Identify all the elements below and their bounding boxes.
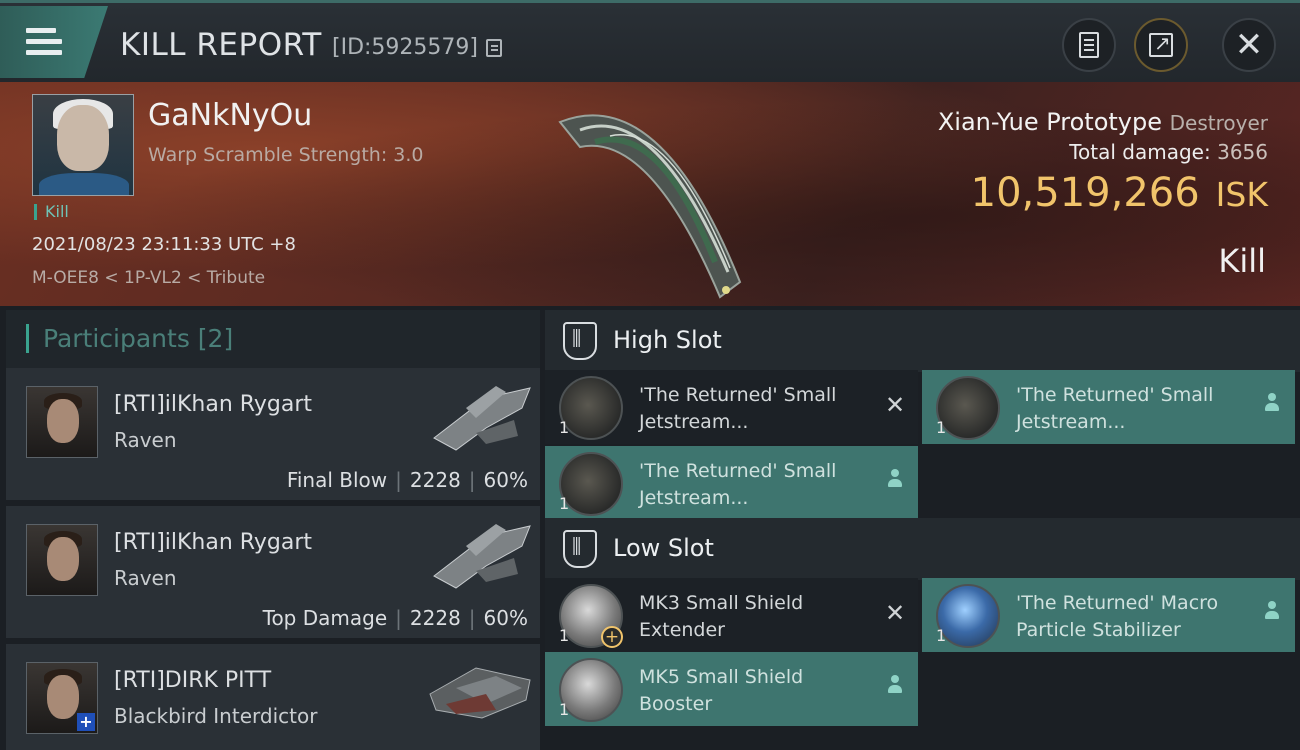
module-name: MK3 Small Shield Extender <box>639 592 804 641</box>
victim-ship-name: Xian-Yue Prototype <box>937 108 1162 136</box>
total-damage-value: 3656 <box>1217 140 1268 164</box>
kill-tag: Kill <box>34 204 69 220</box>
victim-ship-class: Destroyer <box>1169 111 1268 135</box>
warp-scramble-strength: Warp Scramble Strength: 3.0 <box>148 144 424 166</box>
slot-rack-icon <box>563 322 597 360</box>
module-item[interactable]: 1 'The Returned' Small Jetstream... <box>545 446 918 520</box>
victim-ship: Xian-Yue Prototype Destroyer <box>938 108 1268 136</box>
isk-unit: ISK <box>1215 175 1268 214</box>
participant-ship-image <box>433 386 531 451</box>
copy-icon[interactable] <box>486 39 502 57</box>
participant-stats: Top Damage | 2228 | 60% <box>262 606 528 630</box>
participant-row[interactable]: + [RTI]DIRK PITT Blackbird Interdictor <box>6 644 540 750</box>
high-slot-label: High Slot <box>613 326 722 354</box>
kill-datetime: 2021/08/23 23:11:33 UTC +8 <box>32 234 296 255</box>
participant-ship: Blackbird Interdictor <box>114 704 318 728</box>
destroyed-x-icon: ✕ <box>884 391 906 419</box>
participant-avatar[interactable]: + <box>26 662 98 734</box>
total-damage-label: Total damage: <box>1069 140 1211 164</box>
module-name: 'The Returned' Macro Particle Stabilizer <box>1016 592 1219 641</box>
module-item[interactable]: 1 'The Returned' Macro Particle Stabiliz… <box>922 578 1295 652</box>
participant-role: Final Blow <box>286 468 388 492</box>
module-name: 'The Returned' Small Jetstream... <box>639 460 837 509</box>
participant-stats: Final Blow | 2228 | 60% <box>286 468 528 492</box>
participant-percent: 60% <box>483 468 528 492</box>
kill-location: M-OEE8 < 1P-VL2 < Tribute <box>32 268 266 288</box>
module-quantity: 1 <box>559 418 570 437</box>
hamburger-icon <box>26 28 62 56</box>
low-slot-header: Low Slot <box>545 518 1300 580</box>
module-quantity: 1 <box>936 626 947 645</box>
participant-avatar[interactable] <box>26 524 98 596</box>
participant-ship: Raven <box>114 566 177 590</box>
isk-value: 10,519,266 ISK <box>971 170 1268 216</box>
dropped-person-icon <box>882 674 908 700</box>
participant-avatar[interactable] <box>26 386 98 458</box>
dropped-person-icon <box>1259 600 1285 626</box>
slot-rack-icon <box>563 530 597 568</box>
menu-button[interactable] <box>0 6 108 78</box>
participants-panel: Participants [2] [RTI]ilKhan Rygart Rave… <box>6 310 540 750</box>
module-item[interactable]: + 1 MK3 Small Shield Extender ✕ <box>545 578 918 652</box>
participant-name: [RTI]ilKhan Rygart <box>114 392 313 417</box>
total-damage: Total damage: 3656 <box>1069 140 1268 164</box>
participant-role: Top Damage <box>262 606 388 630</box>
document-icon <box>1079 32 1099 58</box>
module-name: 'The Returned' Small Jetstream... <box>639 384 837 433</box>
module-item[interactable]: 1 'The Returned' Small Jetstream... ✕ <box>545 370 918 444</box>
share-button[interactable] <box>1134 18 1188 72</box>
participant-name: [RTI]DIRK PITT <box>114 668 272 693</box>
participants-header: Participants [2] <box>6 310 540 368</box>
victim-name: GaNkNyOu <box>148 98 313 133</box>
high-slot-header: High Slot <box>545 310 1300 372</box>
participants-title: Participants [2] <box>26 324 233 353</box>
destroyed-x-icon: ✕ <box>884 599 906 627</box>
kill-id: [ID:5925579] <box>332 35 478 60</box>
top-bar: KILL REPORT [ID:5925579] ✕ <box>0 0 1300 82</box>
participant-row[interactable]: [RTI]ilKhan Rygart Raven Final Blow | 2228… <box>6 368 540 500</box>
module-name: 'The Returned' Small Jetstream... <box>1016 384 1214 433</box>
module-name: MK5 Small Shield Booster <box>639 666 804 715</box>
page-title: KILL REPORT <box>120 27 322 63</box>
participant-ship-image <box>429 667 531 719</box>
dropped-person-icon <box>882 468 908 494</box>
participant-ship: Raven <box>114 428 177 452</box>
isk-amount: 10,519,266 <box>970 170 1200 216</box>
document-button[interactable] <box>1062 18 1116 72</box>
module-item[interactable]: 1 'The Returned' Small Jetstream... <box>922 370 1295 444</box>
module-quantity: 1 <box>559 700 570 719</box>
dropped-person-icon <box>1259 392 1285 418</box>
low-slot-label: Low Slot <box>613 534 714 562</box>
participant-damage: 2228 <box>409 468 461 492</box>
module-quantity: 1 <box>559 626 570 645</box>
close-button[interactable]: ✕ <box>1222 18 1276 72</box>
share-icon <box>1149 31 1173 57</box>
kill-summary-banner: GaNkNyOu Warp Scramble Strength: 3.0 Kil… <box>0 82 1300 306</box>
participant-ship-image <box>433 524 531 589</box>
close-icon: ✕ <box>1234 25 1264 65</box>
participant-percent: 60% <box>483 606 528 630</box>
module-quantity: 1 <box>559 494 570 513</box>
module-quantity: 1 <box>936 418 947 437</box>
module-item[interactable]: 1 MK5 Small Shield Booster <box>545 652 918 726</box>
plus-icon: + <box>77 713 95 731</box>
participant-damage: 2228 <box>409 606 461 630</box>
victim-portrait[interactable] <box>32 94 134 196</box>
participant-name: [RTI]ilKhan Rygart <box>114 530 313 555</box>
victim-ship-image <box>558 114 742 299</box>
participant-row[interactable]: [RTI]ilKhan Rygart Raven Top Damage | 2228… <box>6 506 540 638</box>
kill-result: Kill <box>1218 242 1266 280</box>
